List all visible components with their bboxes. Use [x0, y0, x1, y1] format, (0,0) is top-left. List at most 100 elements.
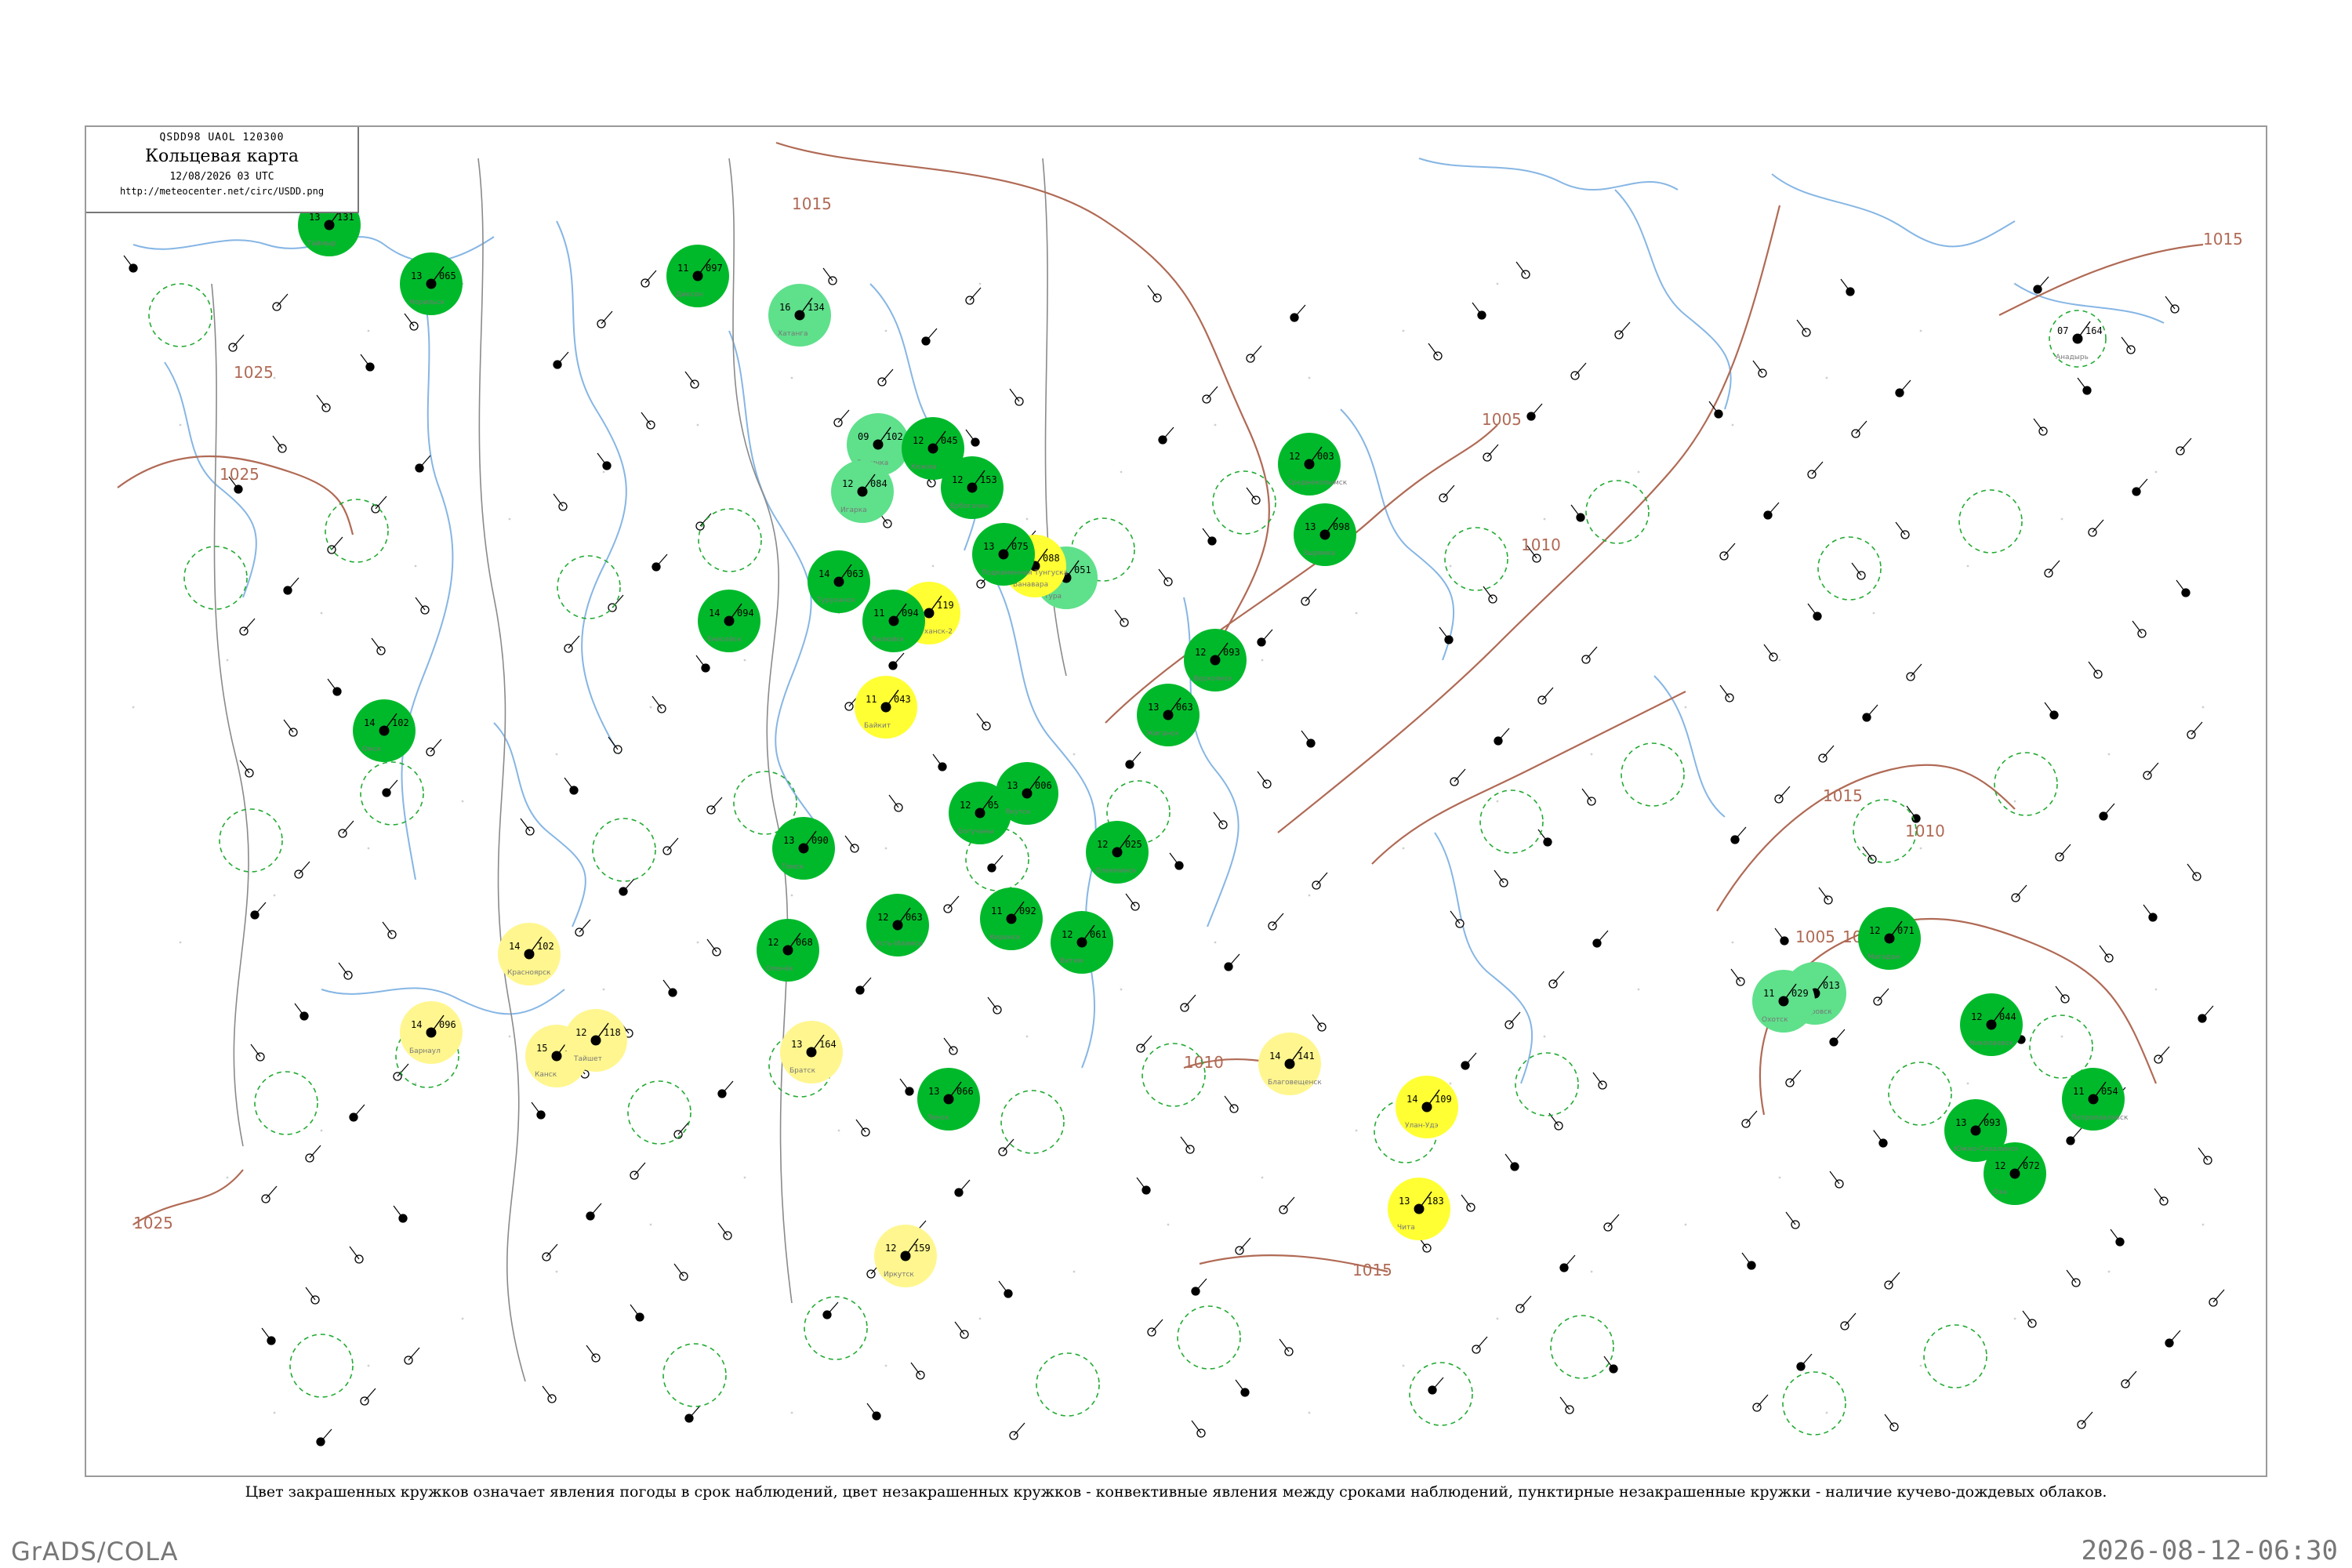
isobar-label: 1010 [1521, 535, 1561, 554]
station-mark [586, 1203, 602, 1221]
pressure-label: 093 [1223, 647, 1240, 658]
station-mark [1268, 913, 1284, 931]
station-mark [2187, 863, 2201, 881]
station-mark [866, 1403, 881, 1421]
station-name: Якутск [1005, 808, 1031, 816]
station-mark [2088, 519, 2104, 537]
pressure-label: 159 [913, 1243, 931, 1254]
cb-ring [1782, 1371, 1846, 1436]
station-mark [1428, 343, 1443, 361]
station-mark [965, 429, 980, 447]
temperature-label: 12 [1289, 451, 1300, 462]
station-mark [717, 1222, 732, 1240]
station-name: Николаевск [1969, 1040, 2014, 1047]
station-mark [1807, 603, 1822, 621]
station-mark [1829, 1171, 1844, 1189]
temperature-label: 13 [1305, 521, 1316, 532]
station-mark [338, 962, 353, 980]
cb-ring [1479, 789, 1544, 854]
station-mark [2077, 1411, 2093, 1429]
station-mark [316, 394, 331, 412]
station-mark [2198, 1147, 2212, 1165]
pressure-label: 043 [894, 694, 911, 705]
station-mark [586, 1345, 601, 1363]
station-mark [2176, 579, 2190, 597]
station-mark [272, 293, 289, 311]
station-mark [553, 493, 568, 511]
station-mark [542, 1385, 557, 1403]
station-45: 102 14 Омск [353, 699, 416, 762]
temperature-label: 12 [1097, 839, 1108, 850]
bulletin-code: QSDD98 UAOL 120300 [159, 132, 285, 143]
station-46: 090 13 Томск [772, 817, 835, 880]
station-mark [987, 855, 1004, 873]
temperature-label: 12 [1971, 1011, 1982, 1022]
map-url[interactable]: http://meteocenter.net/circ/USDD.png [86, 186, 358, 197]
station-mark [1483, 586, 1497, 604]
station-44: 164 07 Анадырь [2049, 310, 2107, 368]
station-mark [652, 554, 668, 572]
station-name: Томск [781, 863, 804, 871]
station-name: Усть-Илимск [876, 940, 923, 948]
station-mark [1279, 1338, 1294, 1356]
station-mark [822, 267, 837, 285]
pressure-label: 063 [847, 568, 864, 579]
temperature-label: 16 [779, 302, 790, 313]
station-30: 093 12 Верхоянск [1184, 629, 1247, 691]
cb-ring [1036, 1352, 1100, 1417]
station-mark [2132, 478, 2148, 496]
station-mark [2011, 884, 2027, 902]
grid-dots [132, 282, 2205, 1414]
station-mark [2187, 721, 2203, 739]
station-name: Улан-Удэ [1405, 1122, 1439, 1130]
cb-ring [1923, 1324, 1987, 1388]
cb-ring [1000, 1090, 1065, 1154]
pressure-label: 109 [1435, 1094, 1452, 1105]
pressure-label: 063 [906, 912, 923, 923]
pressure-label: 164 [2085, 325, 2103, 336]
station-mark [662, 979, 677, 997]
station-mark [717, 1080, 734, 1098]
temperature-label: 11 [991, 906, 1002, 916]
station-mark [1763, 644, 1778, 662]
map-title-box: QSDD98 UAOL 120300 Кольцевая карта 12/08… [86, 127, 359, 213]
station-name: Чита [1397, 1224, 1415, 1232]
temperature-label: 12 [960, 800, 971, 811]
temperature-label: 12 [877, 912, 888, 923]
station-mark [1752, 1394, 1769, 1412]
pressure-label: 093 [1984, 1117, 2001, 1128]
pressure-label: 088 [1043, 553, 1060, 564]
station-mark [976, 713, 991, 731]
isobar-label: 1015 [792, 194, 832, 213]
station-mark [1191, 1420, 1206, 1438]
station-mark [1818, 887, 1833, 905]
station-mark [123, 255, 138, 273]
station-mark [553, 351, 569, 369]
station-mark [305, 1145, 321, 1163]
station-mark [2154, 1188, 2169, 1206]
station-mark [1763, 502, 1780, 520]
station-mark [2198, 1005, 2214, 1023]
station-mark [1125, 893, 1140, 911]
station-mark [1461, 1052, 1477, 1070]
station-mark [1224, 1095, 1239, 1113]
station-mark [1494, 869, 1508, 887]
station-mark [1796, 1353, 1813, 1371]
station-mark [1009, 1422, 1025, 1440]
station-mark [855, 977, 872, 995]
station-mark [1873, 988, 1889, 1006]
station-mark [2176, 437, 2192, 456]
station-mark [2077, 377, 2092, 395]
station-27: 094 11 Вилюйск [862, 590, 925, 652]
station-mark [2165, 296, 2180, 314]
station-mark [1785, 1211, 1800, 1229]
station-mark [608, 736, 622, 754]
pressure-label: 092 [1019, 906, 1036, 916]
station-name: Хатанга [778, 330, 808, 338]
station-mark [564, 635, 580, 653]
station-mark [1719, 684, 1734, 702]
station-mark [597, 452, 612, 470]
station-name: Вилюйск [872, 636, 905, 644]
station-mark [1504, 1011, 1521, 1029]
station-33: 183 13 Чита [1388, 1178, 1450, 1240]
